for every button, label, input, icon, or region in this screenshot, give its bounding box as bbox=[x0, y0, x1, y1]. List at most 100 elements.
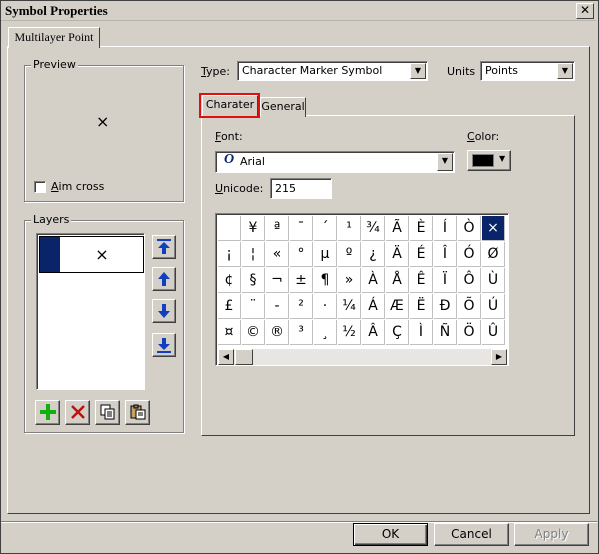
char-cell[interactable]: £ bbox=[218, 294, 241, 319]
tab-highlight-box bbox=[199, 93, 260, 118]
move-down-button[interactable] bbox=[152, 299, 176, 323]
char-cell[interactable]: ¼ bbox=[338, 294, 361, 319]
chevron-down-icon[interactable]: ▼ bbox=[557, 63, 573, 79]
char-cell[interactable]: Ï bbox=[434, 268, 457, 293]
char-cell[interactable]: Ä bbox=[386, 242, 409, 267]
char-cell[interactable]: Á bbox=[362, 294, 385, 319]
char-cell[interactable]: ¥ bbox=[242, 216, 265, 241]
char-cell[interactable]: ¢ bbox=[218, 268, 241, 293]
char-cell[interactable]: ¿ bbox=[362, 242, 385, 267]
chevron-down-icon[interactable]: ▼ bbox=[410, 63, 426, 79]
char-cell[interactable]: Ç bbox=[386, 320, 409, 345]
char-cell[interactable]: ¬ bbox=[266, 268, 289, 293]
char-cell[interactable]: È bbox=[410, 216, 433, 241]
scroll-left-icon[interactable]: ◀ bbox=[218, 349, 234, 365]
char-cell[interactable]: Í bbox=[434, 216, 457, 241]
char-cell[interactable]: Ò bbox=[458, 216, 481, 241]
unicode-field[interactable]: 215 bbox=[270, 178, 332, 199]
char-cell[interactable]: Î bbox=[434, 242, 457, 267]
char-cell[interactable]: Ù bbox=[482, 268, 505, 293]
char-cell[interactable]: ¸ bbox=[314, 320, 337, 345]
aim-cross-checkbox[interactable] bbox=[34, 181, 46, 193]
horizontal-scrollbar[interactable]: ◀ ▶ bbox=[218, 349, 507, 365]
font-dropdown[interactable]: O Arial ▼ bbox=[215, 151, 455, 173]
char-cell[interactable]: ¦ bbox=[242, 242, 265, 267]
move-up-button[interactable] bbox=[152, 267, 176, 291]
char-cell[interactable]: Ú bbox=[482, 294, 505, 319]
char-cell[interactable]: ¯ bbox=[290, 216, 313, 241]
char-cell[interactable]: ¨ bbox=[242, 294, 265, 319]
scroll-thumb[interactable] bbox=[235, 349, 253, 365]
ok-button[interactable]: OK bbox=[353, 523, 428, 546]
paste-icon bbox=[130, 404, 145, 420]
char-cell[interactable]: ¾ bbox=[362, 216, 385, 241]
cancel-button[interactable]: Cancel bbox=[434, 523, 509, 546]
char-cell[interactable]: À bbox=[362, 268, 385, 293]
character-grid[interactable]: ¥ ª ¯ ´ ¹ ¾ Ã È Í Ò × ¡ ¦ «° µ º ¿ Ä É Î Ó Ø ¢ § ¬ ± ¶» À Å Ê Ï Ô Ù £ ¨ - ² ·… bbox=[215, 213, 509, 366]
char-cell[interactable]: · bbox=[314, 294, 337, 319]
char-cell[interactable]: Å bbox=[386, 268, 409, 293]
layers-list[interactable]: × bbox=[36, 233, 145, 390]
char-cell[interactable]: Ó bbox=[458, 242, 481, 267]
char-cell[interactable]: ¡ bbox=[218, 242, 241, 267]
char-cell[interactable]: - bbox=[266, 294, 289, 319]
char-cell[interactable]: ¶ bbox=[314, 268, 337, 293]
char-cell[interactable]: ½ bbox=[338, 320, 361, 345]
char-cell[interactable]: º bbox=[338, 242, 361, 267]
char-cell[interactable]: Ø bbox=[482, 242, 505, 267]
char-cell[interactable]: © bbox=[242, 320, 265, 345]
move-to-top-button[interactable] bbox=[152, 235, 176, 259]
type-dropdown[interactable]: Character Marker Symbol ▼ bbox=[237, 61, 428, 81]
char-cell[interactable]: ³ bbox=[290, 320, 313, 345]
move-up-icon bbox=[158, 272, 170, 286]
char-cell[interactable]: ° bbox=[290, 242, 313, 267]
title-bar: Symbol Properties ✕ bbox=[1, 1, 596, 21]
char-cell[interactable]: ± bbox=[290, 268, 313, 293]
char-cell[interactable]: Ë bbox=[410, 294, 433, 319]
add-layer-button[interactable] bbox=[35, 400, 60, 425]
tab-multilayer-point[interactable]: Multilayer Point bbox=[8, 27, 100, 48]
char-cell[interactable] bbox=[218, 216, 241, 241]
char-cell[interactable]: « bbox=[266, 242, 289, 267]
layers-label: Layers bbox=[31, 213, 72, 226]
char-cell[interactable]: Ñ bbox=[434, 320, 457, 345]
chevron-down-icon: ▼ bbox=[499, 154, 506, 163]
char-cell[interactable]: Ö bbox=[458, 320, 481, 345]
chevron-down-icon[interactable]: ▼ bbox=[437, 153, 453, 171]
char-cell[interactable]: Ô bbox=[458, 268, 481, 293]
char-cell[interactable]: Ð bbox=[434, 294, 457, 319]
char-cell[interactable]: ¤ bbox=[218, 320, 241, 345]
char-cell[interactable]: Â bbox=[362, 320, 385, 345]
scroll-right-icon[interactable]: ▶ bbox=[491, 349, 507, 365]
char-cell[interactable]: µ bbox=[314, 242, 337, 267]
char-cell[interactable]: ´ bbox=[314, 216, 337, 241]
char-cell[interactable]: ª bbox=[266, 216, 289, 241]
close-button[interactable]: ✕ bbox=[576, 3, 594, 19]
apply-button[interactable]: Apply bbox=[514, 523, 589, 546]
copy-layer-button[interactable] bbox=[95, 400, 120, 425]
char-cell[interactable]: Û bbox=[482, 320, 505, 345]
char-cell[interactable]: É bbox=[410, 242, 433, 267]
char-cell[interactable]: Ã bbox=[386, 216, 409, 241]
char-cell[interactable]: § bbox=[242, 268, 265, 293]
delete-layer-button[interactable] bbox=[65, 400, 90, 425]
preview-symbol: × bbox=[96, 112, 110, 131]
tab-general[interactable]: General bbox=[260, 97, 306, 117]
char-cell[interactable]: ® bbox=[266, 320, 289, 345]
char-cell[interactable]: Æ bbox=[386, 294, 409, 319]
char-cell[interactable]: Ì bbox=[410, 320, 433, 345]
add-icon bbox=[39, 404, 56, 420]
char-cell[interactable]: Õ bbox=[458, 294, 481, 319]
move-to-bottom-button[interactable] bbox=[152, 333, 176, 357]
paste-layer-button[interactable] bbox=[125, 400, 150, 425]
ok-button-label: OK bbox=[381, 527, 400, 541]
layer-item[interactable]: × bbox=[39, 236, 144, 273]
char-cell[interactable]: » bbox=[338, 268, 361, 293]
units-dropdown[interactable]: Points ▼ bbox=[480, 61, 575, 81]
char-cell[interactable]: ¹ bbox=[338, 216, 361, 241]
char-cell[interactable]: × bbox=[482, 216, 505, 241]
char-cell[interactable]: ² bbox=[290, 294, 313, 319]
color-picker-button[interactable]: ▼ bbox=[467, 150, 511, 171]
char-cell[interactable]: Ê bbox=[410, 268, 433, 293]
color-swatch bbox=[472, 154, 494, 167]
